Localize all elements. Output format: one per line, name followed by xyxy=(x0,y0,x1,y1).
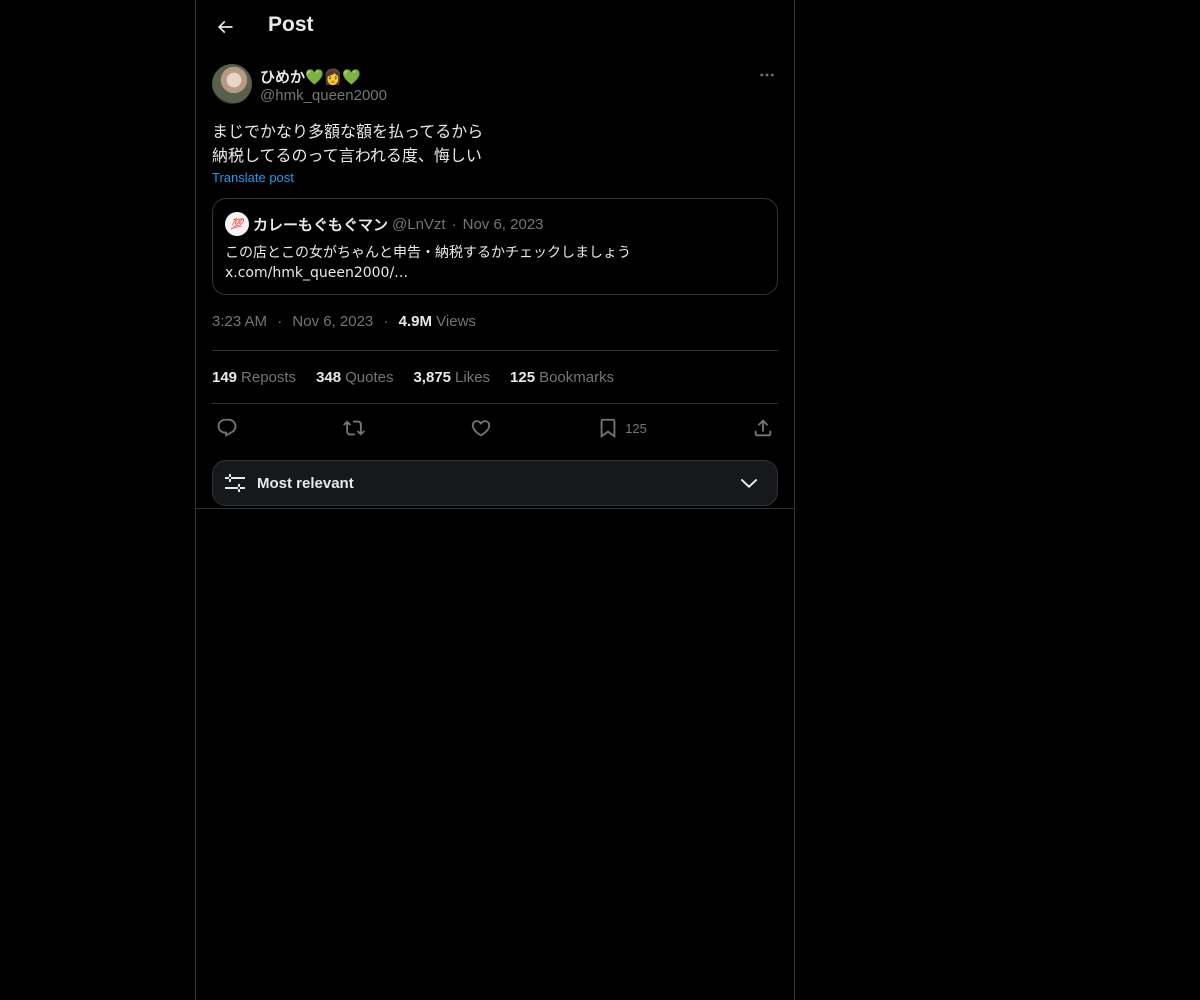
author-handle[interactable]: @hmk_queen2000 xyxy=(260,87,387,104)
share-button[interactable] xyxy=(752,417,774,439)
sliders-icon xyxy=(225,474,245,492)
repost-icon xyxy=(343,420,366,436)
primary-column: Post ひめか💚👩💚 @hmk_queen2000 まじでかなり多額な額を払っ… xyxy=(195,0,795,1000)
stat-count: 125 xyxy=(510,368,536,386)
separator-dot: · xyxy=(277,313,283,330)
quoted-avatar: 💯 xyxy=(225,212,249,236)
stat-bookmarks[interactable]: 125 Bookmarks xyxy=(510,369,614,386)
arrow-left-icon xyxy=(217,20,233,34)
stat-label: Bookmarks xyxy=(539,368,615,386)
stat-label: Reposts xyxy=(241,368,297,386)
divider xyxy=(196,508,794,509)
bookmark-icon xyxy=(600,418,616,439)
post-text: まじでかなり多額な額を払ってるから 納税してるのって言われる度、悔しい xyxy=(212,122,484,165)
stat-quotes[interactable]: 348 Quotes xyxy=(316,369,393,386)
stat-reposts[interactable]: 149 Reposts xyxy=(212,369,296,386)
stat-count: 149 xyxy=(212,368,238,386)
stat-label: Quotes xyxy=(345,368,394,386)
quoted-post-header: 💯 カレーもぐもぐマン @LnVzt · Nov 6, 2023 xyxy=(225,211,765,237)
views-count: 4.9M xyxy=(398,313,432,330)
separator-dot: · xyxy=(451,215,457,233)
post-stats: 149 Reposts 348 Quotes 3,875 Likes 125 Bookm… xyxy=(212,351,778,403)
reply-icon xyxy=(217,418,237,437)
post-date[interactable]: Nov 6, 2023 xyxy=(292,313,373,330)
sort-label: Most relevant xyxy=(257,474,354,492)
avatar[interactable] xyxy=(212,64,252,104)
quoted-post-date: Nov 6, 2023 xyxy=(462,215,544,233)
stat-count: 3,875 xyxy=(413,368,452,386)
page-title: Post xyxy=(268,13,314,36)
stat-label: Likes xyxy=(455,368,491,386)
translate-post-link[interactable]: Translate post xyxy=(212,170,294,185)
page-header: Post xyxy=(196,0,794,53)
chevron-down-icon xyxy=(740,479,758,488)
ellipsis-icon xyxy=(760,73,774,77)
post-time[interactable]: 3:23 AM xyxy=(212,313,267,330)
post-author: ひめか💚👩💚 @hmk_queen2000 xyxy=(212,64,778,108)
post-meta: 3:23 AM · Nov 6, 2023 · 4.9M Views xyxy=(212,313,778,333)
repost-button[interactable] xyxy=(343,417,366,439)
reply-sort-dropdown[interactable]: Most relevant xyxy=(212,460,778,506)
bookmark-button[interactable]: 125 xyxy=(597,417,647,439)
quoted-post-text: この店とこの女がちゃんと申告・納税するかチェックしましょう x.com/hmk_… xyxy=(225,245,631,281)
views-label: Views xyxy=(436,313,476,330)
quoted-author-name: カレーもぐもぐマン xyxy=(253,215,389,234)
quoted-author-handle: @LnVzt xyxy=(392,215,446,233)
author-display-name[interactable]: ひめか💚👩💚 xyxy=(260,66,361,87)
post: ひめか💚👩💚 @hmk_queen2000 まじでかなり多額な額を払ってるから … xyxy=(212,64,778,506)
like-button[interactable] xyxy=(470,417,492,439)
back-button[interactable] xyxy=(208,10,242,44)
share-icon xyxy=(754,419,772,437)
heart-icon xyxy=(471,420,491,437)
post-actions: 125 xyxy=(212,404,778,452)
bookmark-count: 125 xyxy=(625,420,647,436)
stat-likes[interactable]: 3,875 Likes xyxy=(413,369,490,386)
more-options-button[interactable] xyxy=(756,64,778,86)
stat-count: 348 xyxy=(316,368,342,386)
quoted-post[interactable]: 💯 カレーもぐもぐマン @LnVzt · Nov 6, 2023 この店とこの女… xyxy=(212,198,778,295)
separator-dot: · xyxy=(383,313,389,330)
reply-button[interactable] xyxy=(216,417,238,439)
